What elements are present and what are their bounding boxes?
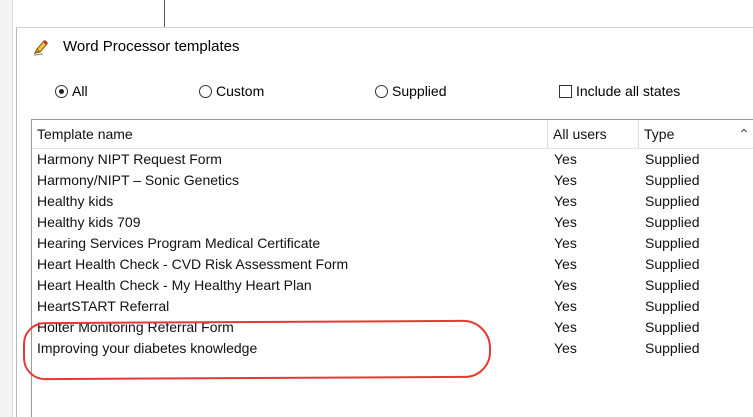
radio-unselected-icon [375,84,388,98]
window-title: Word Processor templates [63,38,240,55]
column-header-type[interactable]: Type [639,120,719,148]
radio-custom-label: Custom [216,83,265,99]
table-row[interactable]: Healthy kids 709 Yes Supplied [32,212,753,233]
all-users-cell: Yes [554,235,577,251]
template-name-cell: Improving your diabetes knowledge [37,340,258,356]
type-cell: Supplied [645,277,700,293]
checkbox-icon [559,84,572,98]
template-name-cell: Harmony NIPT Request Form [37,151,222,167]
column-header-all-users[interactable]: All users [548,120,639,148]
radio-all[interactable]: All [55,81,88,101]
left-background-panel [0,0,13,417]
include-all-states-checkbox[interactable]: Include all states [559,81,680,101]
template-rows: Harmony NIPT Request Form Yes Supplied H… [32,149,753,359]
template-name-cell: Healthy kids [37,193,114,209]
template-name-cell: Heart Health Check - My Healthy Heart Pl… [37,277,312,293]
type-cell: Supplied [645,172,700,188]
all-users-cell: Yes [554,298,577,314]
radio-selected-icon [55,84,68,98]
window-titlebar: Word Processor templates [17,28,753,68]
table-row[interactable]: Hearing Services Program Medical Certifi… [32,233,753,254]
table-row[interactable]: Holter Monitoring Referral Form Yes Supp… [32,317,753,338]
all-users-cell: Yes [554,277,577,293]
template-name-cell: Healthy kids 709 [37,214,141,230]
column-header-template-name[interactable]: Template name [32,120,548,148]
table-row[interactable]: HeartSTART Referral Yes Supplied [32,296,753,317]
table-header: Template name All users Type ⌃ [32,120,753,149]
radio-unselected-icon [199,84,212,98]
type-cell: Supplied [645,340,700,356]
radio-custom[interactable]: Custom [199,81,264,101]
radio-supplied[interactable]: Supplied [375,81,447,101]
table-row[interactable]: Harmony NIPT Request Form Yes Supplied [32,149,753,170]
type-cell: Supplied [645,319,700,335]
all-users-cell: Yes [554,172,577,188]
templates-list: Template name All users Type ⌃ Harmony N… [31,119,753,417]
type-cell: Supplied [645,256,700,272]
table-row[interactable]: Heart Health Check - CVD Risk Assessment… [32,254,753,275]
template-name-cell: Heart Health Check - CVD Risk Assessment… [37,256,349,272]
all-users-cell: Yes [554,340,577,356]
template-name-cell: HeartSTART Referral [37,298,170,314]
vertical-scrollbar[interactable] [733,149,753,417]
radio-supplied-label: Supplied [392,83,447,99]
type-cell: Supplied [645,298,700,314]
template-name-cell: Hearing Services Program Medical Certifi… [37,235,321,251]
pencil-icon [33,39,49,56]
all-users-cell: Yes [554,193,577,209]
word-processor-templates-window: Word Processor templates All Custom Supp… [16,27,753,417]
include-all-states-label: Include all states [576,83,681,99]
type-cell: Supplied [645,151,700,167]
all-users-cell: Yes [554,214,577,230]
screenshot-page: Word Processor templates All Custom Supp… [0,0,753,417]
type-cell: Supplied [645,193,700,209]
template-name-cell: Holter Monitoring Referral Form [37,319,234,335]
background-divider [164,0,165,27]
type-cell: Supplied [645,214,700,230]
type-cell: Supplied [645,235,700,251]
all-users-cell: Yes [554,319,577,335]
scroll-up-icon[interactable]: ⌃ [733,120,753,148]
all-users-cell: Yes [554,256,577,272]
radio-all-label: All [72,83,88,99]
table-row[interactable]: Heart Health Check - My Healthy Heart Pl… [32,275,753,296]
all-users-cell: Yes [554,151,577,167]
table-row[interactable]: Healthy kids Yes Supplied [32,191,753,212]
table-row[interactable]: Improving your diabetes knowledge Yes Su… [32,338,753,359]
template-name-cell: Harmony/NIPT – Sonic Genetics [37,172,240,188]
table-row[interactable]: Harmony/NIPT – Sonic Genetics Yes Suppli… [32,170,753,191]
